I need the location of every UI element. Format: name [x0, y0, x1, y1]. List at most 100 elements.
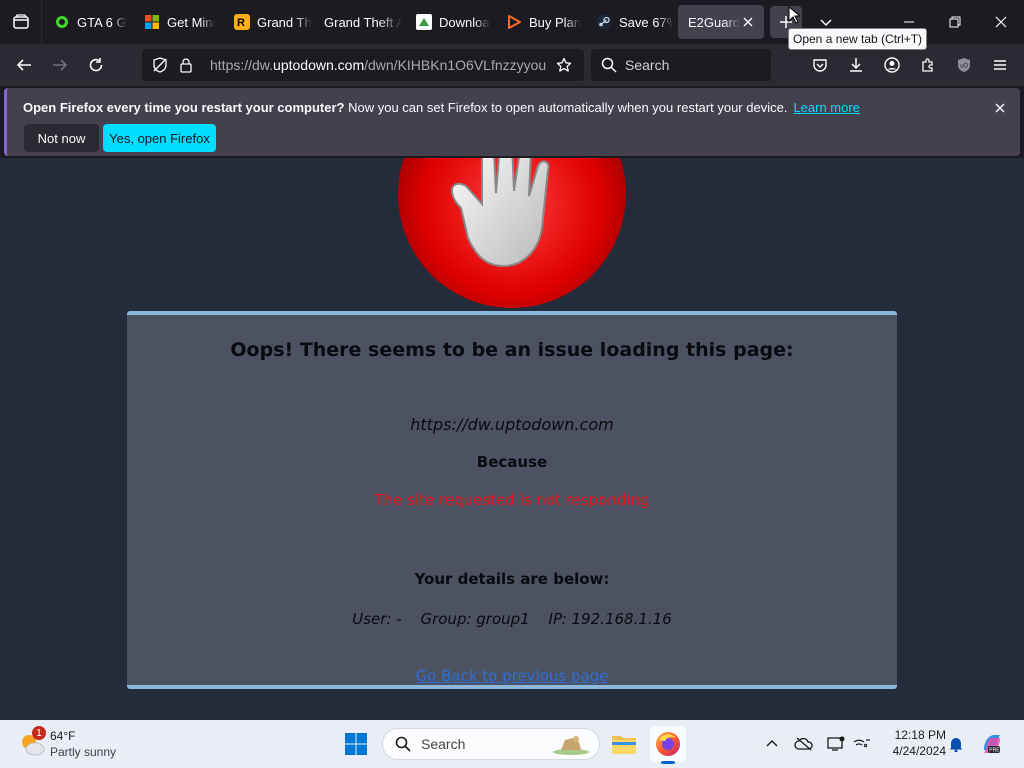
lock-icon[interactable]: [174, 53, 198, 77]
folder-icon: [612, 736, 636, 754]
hamburger-menu-icon: [994, 60, 1006, 70]
taskbar-search[interactable]: Search: [382, 728, 600, 760]
display-tray[interactable]: [824, 732, 848, 756]
copilot-button[interactable]: PRE: [980, 732, 1004, 756]
restore-button[interactable]: [932, 0, 978, 44]
extensions-button[interactable]: [912, 49, 944, 81]
clock-date: 4/24/2024: [892, 744, 946, 758]
because-label: Because: [476, 453, 548, 471]
user-details: User: - Group: group1 IP: 192.168.1.16: [127, 610, 897, 628]
details-heading: Your details are below:: [414, 570, 610, 588]
active-indicator: [661, 761, 675, 764]
restore-icon: [949, 16, 961, 28]
tab-e2guardian[interactable]: E2Guardia: [678, 5, 764, 39]
tab-gta6[interactable]: GTA 6 G: [44, 5, 132, 39]
minimize-icon: [904, 21, 914, 23]
downloads-button[interactable]: [840, 49, 872, 81]
ublock-button[interactable]: uO: [948, 49, 980, 81]
tab-grand-theft-auto[interactable]: Grand Theft A: [314, 5, 402, 39]
search-highlight-illustration-icon: [553, 736, 589, 755]
tab-title: Buy Plan: [529, 14, 582, 30]
not-now-button[interactable]: Not now: [24, 124, 99, 152]
monitor-icon: [827, 736, 845, 751]
pocket-icon: [813, 59, 827, 72]
search-icon: [395, 736, 411, 752]
network-mute-icon: [853, 739, 870, 748]
taskbar-clock[interactable]: 12:18 PM 4/24/2024: [878, 727, 946, 759]
forward-button[interactable]: [44, 49, 76, 81]
page-content: Oops! There seems to be an issue loading…: [0, 158, 1024, 720]
group-value: Group: group1: [420, 610, 530, 628]
search-placeholder: Search: [625, 57, 670, 73]
tab-buy-plan[interactable]: Buy Plan: [496, 5, 584, 39]
tab-close-icon[interactable]: [740, 14, 756, 30]
tab-title: GTA 6 G: [77, 14, 127, 30]
download-site-icon: [416, 14, 432, 30]
yes-open-firefox-button[interactable]: Yes, open Firefox: [103, 124, 216, 152]
cloud-offline-icon: [794, 737, 813, 751]
taskbar-file-explorer[interactable]: [606, 726, 642, 762]
blocked-url: https://dw.uptodown.com: [410, 415, 614, 434]
search-icon: [601, 57, 617, 73]
weather-widget[interactable]: 1 64°F Partly sunny: [16, 726, 136, 762]
clock-time: 12:18 PM: [894, 728, 946, 742]
firefox-startup-notification: Open Firefox every time you restart your…: [4, 88, 1020, 156]
svg-text:PRE: PRE: [989, 748, 1000, 754]
network-volume-tray[interactable]: [850, 732, 874, 756]
stop-hand-icon: [396, 158, 628, 310]
microsoft-icon: [144, 14, 160, 30]
weather-temp: 64°F: [50, 729, 76, 743]
start-button[interactable]: [340, 728, 372, 760]
tab-download[interactable]: Downloa: [406, 5, 494, 39]
tab-get-minecraft[interactable]: Get Mini: [134, 5, 222, 39]
close-window-button[interactable]: [978, 0, 1024, 44]
account-button[interactable]: [876, 49, 908, 81]
chevron-up-icon: [766, 740, 778, 747]
error-heading: Oops! There seems to be an issue loading…: [230, 339, 794, 361]
back-arrow-icon: [16, 59, 31, 71]
navigation-toolbar: https://dw.uptodown.com/dwn/KIHBKn1O6VLf…: [0, 44, 1024, 86]
close-icon: [995, 16, 1007, 28]
search-bar[interactable]: Search: [591, 49, 771, 81]
chevron-down-icon: [820, 19, 832, 27]
notification-message: Open Firefox every time you restart your…: [23, 100, 860, 115]
copilot-icon: PRE: [984, 735, 1000, 754]
onedrive-tray[interactable]: [792, 732, 816, 756]
tab-title: Downloa: [439, 14, 490, 30]
taskbar-firefox[interactable]: [650, 726, 686, 764]
ublock-shield-icon: uO: [958, 58, 970, 72]
notifications-button[interactable]: [944, 732, 968, 756]
tab-steam-sale[interactable]: Save 67%: [586, 5, 674, 39]
bell-icon: [949, 738, 963, 752]
reload-button[interactable]: [80, 49, 112, 81]
menu-button[interactable]: [984, 49, 1016, 81]
notification-close-icon[interactable]: [992, 100, 1008, 116]
weather-condition: Partly sunny: [50, 745, 117, 759]
steam-icon: [596, 14, 612, 30]
show-hidden-icons-button[interactable]: [760, 732, 784, 756]
tab-grand-theft-rockstar[interactable]: R Grand Th: [224, 5, 312, 39]
windows-taskbar: 1 64°F Partly sunny Search 12:18 PM 4/24…: [0, 720, 1024, 768]
bookmark-star-icon[interactable]: [552, 53, 576, 77]
learn-more-link[interactable]: Learn more: [793, 100, 859, 115]
url-bar[interactable]: https://dw.uptodown.com/dwn/KIHBKn1O6VLf…: [142, 49, 584, 81]
pocket-button[interactable]: [804, 49, 836, 81]
razer-icon: [54, 14, 70, 30]
ip-value: IP: 192.168.1.16: [548, 610, 672, 628]
notification-bold-text: Open Firefox every time you restart your…: [23, 100, 345, 115]
go-back-link[interactable]: Go Back to previous page: [127, 667, 897, 685]
firefox-icon: [656, 732, 680, 756]
rockstar-icon: R: [234, 14, 250, 30]
forward-arrow-icon: [53, 59, 68, 71]
account-icon: [884, 57, 900, 73]
puzzle-icon: [922, 58, 933, 72]
svg-text:uO: uO: [960, 64, 968, 70]
windows-logo-icon: [345, 733, 367, 755]
mouse-cursor-icon: [788, 5, 802, 29]
tab-title: Save 67%: [619, 14, 674, 30]
tracking-protection-icon[interactable]: [148, 53, 172, 77]
firefox-view-button[interactable]: [0, 0, 42, 44]
back-button[interactable]: [8, 49, 40, 81]
url-text[interactable]: https://dw.uptodown.com/dwn/KIHBKn1O6VLf…: [210, 57, 550, 73]
firefox-view-icon: [12, 14, 29, 29]
